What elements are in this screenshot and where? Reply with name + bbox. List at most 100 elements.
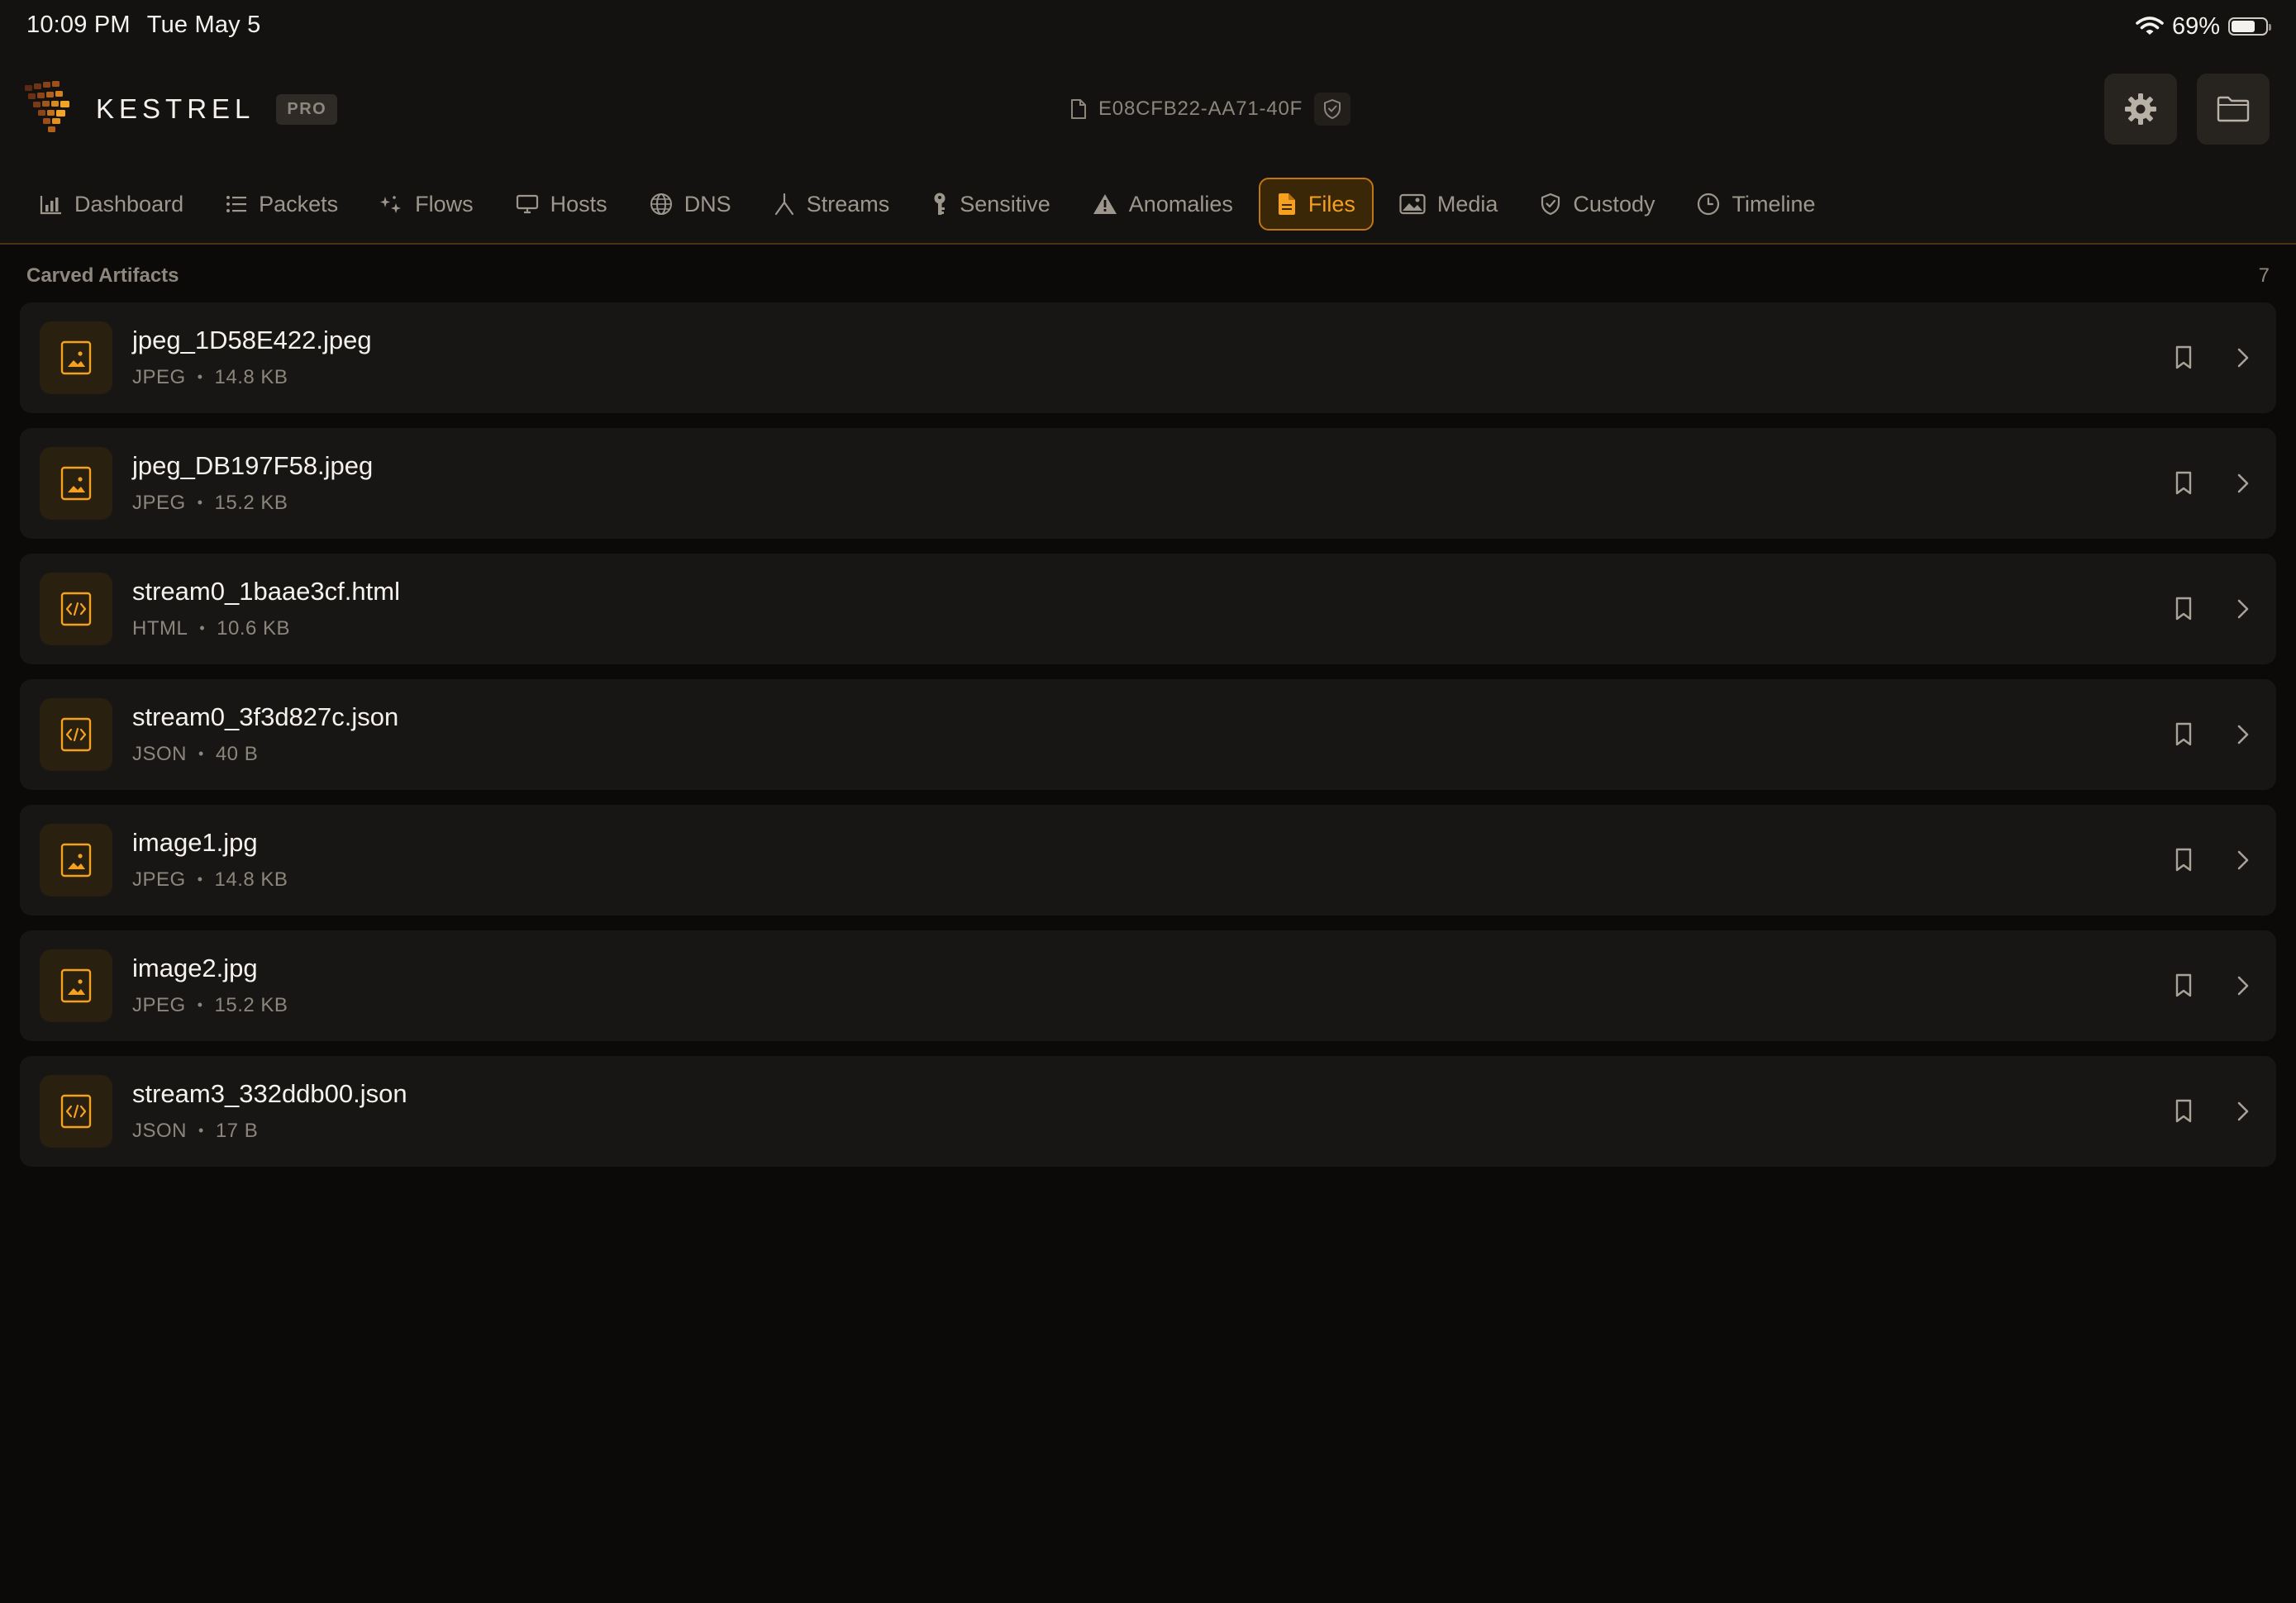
file-type: JPEG xyxy=(132,868,186,891)
brand: KESTREL PRO xyxy=(25,79,338,139)
tab-timeline[interactable]: Timeline xyxy=(1680,178,1832,231)
file-meta: JPEG • 14.8 KB xyxy=(132,868,288,891)
document-icon xyxy=(1278,193,1295,215)
clock-icon xyxy=(1698,193,1720,216)
file-meta: HTML • 10.6 KB xyxy=(132,617,291,640)
image-file-icon xyxy=(40,321,112,394)
bookmark-button[interactable] xyxy=(2169,341,2198,374)
tab-label: Custody xyxy=(1573,191,1655,216)
file-name: stream0_1baae3cf.html xyxy=(132,577,400,606)
list-item[interactable]: jpeg_1D58E422.jpeg JPEG • 14.8 KB xyxy=(20,302,2276,413)
code-file-icon xyxy=(40,698,112,771)
chevron-right-icon xyxy=(2237,599,2249,619)
bookmark-button[interactable] xyxy=(2169,969,2198,1002)
file-type: JPEG xyxy=(132,366,186,388)
open-detail-button[interactable] xyxy=(2228,341,2258,374)
bookmark-icon xyxy=(2175,973,2192,997)
tab-streams[interactable]: Streams xyxy=(757,178,907,231)
open-detail-button[interactable] xyxy=(2228,1095,2258,1128)
bookmark-icon xyxy=(2175,848,2192,872)
open-detail-button[interactable] xyxy=(2228,467,2258,500)
status-date: Tue May 5 xyxy=(146,12,261,38)
image-file-icon xyxy=(40,949,112,1022)
monitor-icon xyxy=(516,194,538,214)
tab-dashboard[interactable]: Dashboard xyxy=(23,178,200,231)
bookmark-icon xyxy=(2175,1099,2192,1123)
image-file-icon xyxy=(40,824,112,897)
kestrel-logo-icon xyxy=(25,81,69,132)
file-size: 14.8 KB xyxy=(214,868,288,891)
file-type: JPEG xyxy=(132,492,186,514)
file-type: JSON xyxy=(132,1120,188,1142)
file-name: image1.jpg xyxy=(132,828,258,857)
tab-label: Media xyxy=(1436,191,1498,216)
settings-button[interactable] xyxy=(2104,74,2177,145)
gear-icon xyxy=(2125,93,2156,125)
session-id: E08CFB22-AA71-40F xyxy=(1098,98,1303,120)
file-meta: JPEG • 14.8 KB xyxy=(132,366,288,388)
globe-icon xyxy=(650,193,672,215)
tab-custody[interactable]: Custody xyxy=(1523,178,1671,231)
file-meta: JSON • 17 B xyxy=(132,1120,259,1142)
tab-label: Dashboard xyxy=(74,191,184,216)
file-meta: JSON • 40 B xyxy=(132,743,259,765)
shield-check-icon xyxy=(1541,193,1560,216)
sparkle-icon xyxy=(380,196,402,213)
photo-icon xyxy=(1399,193,1426,215)
bookmark-icon xyxy=(2175,471,2192,495)
tab-anomalies[interactable]: Anomalies xyxy=(1076,178,1250,231)
bookmark-button[interactable] xyxy=(2169,592,2198,626)
list-item[interactable]: stream0_1baae3cf.html HTML • 10.6 KB xyxy=(20,554,2276,664)
file-name: stream0_3f3d827c.json xyxy=(132,702,399,731)
tab-files[interactable]: Files xyxy=(1258,178,1374,231)
list-item[interactable]: image1.jpg JPEG • 14.8 KB xyxy=(20,805,2276,916)
warning-icon xyxy=(1093,194,1117,214)
file-size: 17 B xyxy=(215,1120,259,1142)
list-item[interactable]: image2.jpg JPEG • 15.2 KB xyxy=(20,930,2276,1041)
open-detail-button[interactable] xyxy=(2228,969,2258,1002)
open-detail-button[interactable] xyxy=(2228,718,2258,751)
file-size: 15.2 KB xyxy=(214,994,288,1016)
tab-label: Streams xyxy=(806,191,890,216)
artifact-count: 7 xyxy=(2258,264,2270,287)
tab-bar: Dashboard Packets Flows Hosts DNS Stream… xyxy=(23,177,1841,231)
tab-hosts[interactable]: Hosts xyxy=(499,178,624,231)
status-bar-right: 69% xyxy=(2136,12,2271,41)
file-type: JSON xyxy=(132,743,188,765)
code-file-icon xyxy=(40,1075,112,1148)
bookmark-button[interactable] xyxy=(2169,844,2198,877)
chevron-right-icon xyxy=(2237,1101,2249,1121)
bookmark-button[interactable] xyxy=(2169,718,2198,751)
file-size: 40 B xyxy=(215,743,259,765)
tab-flows[interactable]: Flows xyxy=(364,178,490,231)
file-name: jpeg_DB197F58.jpeg xyxy=(132,451,374,480)
battery-level xyxy=(2232,21,2255,32)
integrity-shield-icon[interactable] xyxy=(1314,93,1351,126)
tab-packets[interactable]: Packets xyxy=(209,178,355,231)
session-indicator[interactable]: E08CFB22-AA71-40F xyxy=(1070,93,1351,126)
tab-dns[interactable]: DNS xyxy=(633,178,748,231)
file-name: stream3_332ddb00.json xyxy=(132,1079,407,1108)
tab-label: Hosts xyxy=(550,191,607,216)
status-time: 10:09 PM xyxy=(26,12,131,38)
tab-media[interactable]: Media xyxy=(1383,178,1515,231)
bookmark-button[interactable] xyxy=(2169,467,2198,500)
pro-badge: PRO xyxy=(276,93,338,125)
tab-label: Timeline xyxy=(1732,191,1816,216)
list-item[interactable]: jpeg_DB197F58.jpeg JPEG • 15.2 KB xyxy=(20,428,2276,539)
chevron-right-icon xyxy=(2237,473,2249,493)
list-item[interactable]: stream3_332ddb00.json JSON • 17 B xyxy=(20,1056,2276,1167)
list-item[interactable]: stream0_3f3d827c.json JSON • 40 B xyxy=(20,679,2276,790)
open-files-button[interactable] xyxy=(2197,74,2270,145)
tab-label: Packets xyxy=(259,191,339,216)
file-size: 14.8 KB xyxy=(214,366,288,388)
open-detail-button[interactable] xyxy=(2228,592,2258,626)
list-icon xyxy=(226,196,247,212)
bookmark-icon xyxy=(2175,722,2192,746)
bookmark-icon xyxy=(2175,597,2192,621)
key-icon xyxy=(934,193,946,215)
bookmark-button[interactable] xyxy=(2169,1095,2198,1128)
open-detail-button[interactable] xyxy=(2228,844,2258,877)
fork-icon xyxy=(774,193,793,216)
tab-sensitive[interactable]: Sensitive xyxy=(915,178,1067,231)
